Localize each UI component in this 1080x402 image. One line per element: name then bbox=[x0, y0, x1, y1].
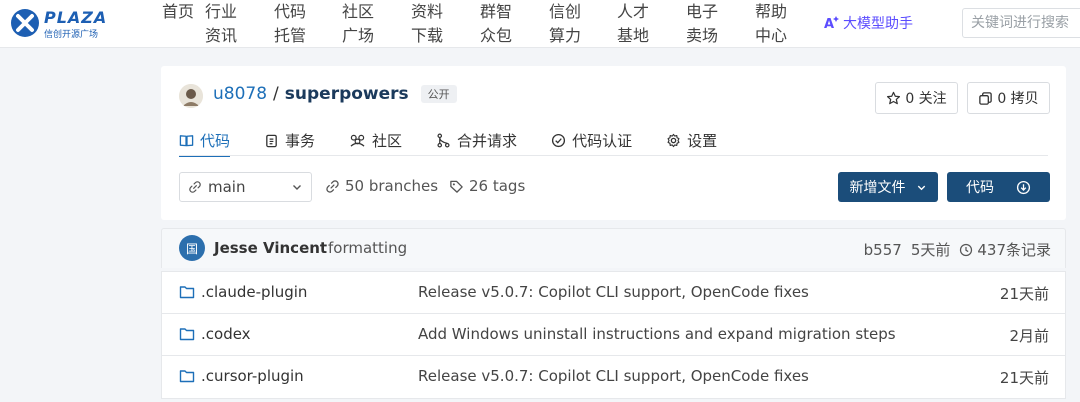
copy-icon bbox=[979, 91, 993, 105]
owner-avatar[interactable] bbox=[179, 84, 203, 108]
fork-label: 0 拷贝 bbox=[997, 91, 1039, 107]
commit-count: 437条记录 bbox=[977, 241, 1051, 259]
latest-commit-bar: 国 Jesse Vincent formatting b557 5天前 437条… bbox=[161, 228, 1066, 268]
logo-subtitle: 信创开源广场 bbox=[44, 30, 99, 40]
path-separator: / bbox=[273, 84, 279, 104]
ai-assistant-label: 大模型助手 bbox=[843, 16, 913, 32]
ai-sparkle-icon: A bbox=[824, 16, 839, 31]
nav-talent[interactable]: 人才基地 bbox=[617, 0, 653, 48]
commit-message[interactable]: formatting bbox=[328, 239, 407, 257]
nav-code-hosting[interactable]: 代码托管 bbox=[274, 0, 310, 48]
tab-community-label: 社区 bbox=[372, 131, 403, 150]
tag-icon bbox=[450, 180, 463, 193]
nav-news[interactable]: 行业资讯 bbox=[205, 0, 241, 48]
file-name[interactable]: .cursor-plugin bbox=[179, 367, 304, 385]
link-icon bbox=[326, 179, 339, 193]
file-commit-message[interactable]: Add Windows uninstall instructions and e… bbox=[418, 325, 896, 343]
file-row[interactable]: .codex Add Windows uninstall instruction… bbox=[162, 314, 1065, 356]
fork-button[interactable]: 0 拷贝 bbox=[967, 82, 1050, 114]
branch-name: main bbox=[208, 178, 246, 196]
tab-settings-label: 设置 bbox=[687, 131, 718, 150]
commit-history-link[interactable]: 437条记录 bbox=[959, 239, 1051, 260]
file-name-text: .cursor-plugin bbox=[201, 367, 304, 385]
gear-icon bbox=[667, 133, 680, 147]
nav-downloads[interactable]: 资料下载 bbox=[411, 0, 447, 48]
search-input[interactable] bbox=[962, 8, 1080, 38]
nav-crowdsourcing[interactable]: 群智众包 bbox=[480, 0, 516, 48]
svg-text:A: A bbox=[824, 17, 834, 31]
logo-text: PLAZA bbox=[44, 8, 108, 27]
tab-settings[interactable]: 设置 bbox=[666, 124, 717, 156]
clipboard-icon bbox=[266, 134, 277, 147]
file-name[interactable]: .codex bbox=[179, 325, 251, 343]
community-icon bbox=[350, 134, 365, 147]
repo-breadcrumb: u8078 / superpowers 公开 bbox=[213, 84, 457, 104]
tags-count: 26 tags bbox=[469, 177, 526, 195]
file-name-text: .codex bbox=[201, 325, 251, 343]
star-button[interactable]: 0 关注 bbox=[875, 82, 958, 114]
top-nav-bar: PLAZA 信创开源广场 首页 行业资讯 代码托管 社区广场 资料下载 群智众包… bbox=[0, 0, 1080, 48]
tab-code-label: 代码 bbox=[200, 131, 231, 150]
file-list: .claude-plugin Release v5.0.7: Copilot C… bbox=[161, 271, 1066, 399]
chevron-down-icon bbox=[293, 185, 301, 190]
link-icon bbox=[189, 181, 201, 193]
file-commit-message[interactable]: Release v5.0.7: Copilot CLI support, Ope… bbox=[418, 367, 809, 385]
repo-tabs: 代码 事务 社区 合并请求 代码认证 设置 bbox=[179, 124, 751, 157]
ai-assistant-link[interactable]: A 大模型助手 bbox=[824, 12, 913, 34]
branches-count: 50 branches bbox=[345, 177, 439, 195]
repo-owner-link[interactable]: u8078 bbox=[213, 84, 267, 104]
chevron-down-icon bbox=[917, 185, 925, 190]
download-icon bbox=[1016, 180, 1031, 194]
merge-icon bbox=[437, 133, 450, 147]
tab-issues[interactable]: 事务 bbox=[264, 124, 315, 156]
star-icon bbox=[887, 91, 901, 104]
commit-author-avatar[interactable]: 国 bbox=[179, 235, 205, 261]
tab-issues-label: 事务 bbox=[285, 131, 316, 150]
book-icon bbox=[179, 134, 194, 146]
repo-header-card: u8078 / superpowers 公开 0 关注 0 拷贝 代码 事务 社… bbox=[161, 66, 1066, 220]
code-button-label: 代码 bbox=[966, 180, 994, 196]
folder-icon bbox=[179, 328, 195, 341]
visibility-badge: 公开 bbox=[420, 85, 457, 103]
tab-code-certification[interactable]: 代码认证 bbox=[551, 124, 632, 156]
new-file-button[interactable]: 新增文件 bbox=[838, 172, 938, 202]
tab-community[interactable]: 社区 bbox=[349, 124, 402, 156]
tab-merge-requests[interactable]: 合并请求 bbox=[436, 124, 517, 156]
file-time: 2月前 bbox=[1009, 327, 1049, 345]
avatar-image-icon bbox=[179, 84, 203, 108]
branch-selector[interactable]: main bbox=[179, 172, 312, 202]
tags-link[interactable]: 26 tags bbox=[449, 177, 525, 195]
code-download-button[interactable]: 代码 bbox=[947, 172, 1050, 202]
star-label: 0 关注 bbox=[905, 91, 947, 107]
folder-icon bbox=[179, 286, 195, 299]
file-time: 21天前 bbox=[999, 285, 1049, 303]
file-row[interactable]: .cursor-plugin Release v5.0.7: Copilot C… bbox=[162, 356, 1065, 398]
branches-link[interactable]: 50 branches bbox=[325, 177, 438, 195]
logo-x-icon bbox=[11, 9, 39, 37]
new-file-label: 新增文件 bbox=[849, 180, 906, 196]
commit-author[interactable]: Jesse Vincent bbox=[214, 239, 327, 257]
commit-meta: b557 5天前 437条记录 bbox=[864, 239, 1051, 260]
file-row[interactable]: .claude-plugin Release v5.0.7: Copilot C… bbox=[162, 272, 1065, 314]
file-name[interactable]: .claude-plugin bbox=[179, 283, 307, 301]
commit-sha[interactable]: b557 bbox=[864, 241, 902, 259]
commit-time: 5天前 bbox=[910, 241, 951, 259]
tab-merge-requests-label: 合并请求 bbox=[457, 131, 518, 150]
nav-home[interactable]: 首页 bbox=[162, 0, 198, 48]
folder-icon bbox=[179, 370, 195, 383]
nav-market[interactable]: 电子卖场 bbox=[686, 0, 722, 48]
file-time: 21天前 bbox=[999, 369, 1049, 387]
file-name-text: .claude-plugin bbox=[201, 283, 308, 301]
check-circle-icon bbox=[551, 133, 566, 147]
tab-code[interactable]: 代码 bbox=[179, 124, 231, 157]
clock-icon bbox=[960, 243, 973, 256]
nav-community[interactable]: 社区广场 bbox=[342, 0, 378, 48]
tab-code-certification-label: 代码认证 bbox=[572, 131, 633, 150]
nav-computing[interactable]: 信创算力 bbox=[549, 0, 585, 48]
nav-help[interactable]: 帮助中心 bbox=[755, 0, 791, 48]
file-commit-message[interactable]: Release v5.0.7: Copilot CLI support, Ope… bbox=[418, 283, 809, 301]
site-logo[interactable]: PLAZA 信创开源广场 bbox=[10, 6, 120, 40]
repo-name-link[interactable]: superpowers bbox=[285, 84, 409, 104]
tabs-divider bbox=[179, 155, 1048, 156]
